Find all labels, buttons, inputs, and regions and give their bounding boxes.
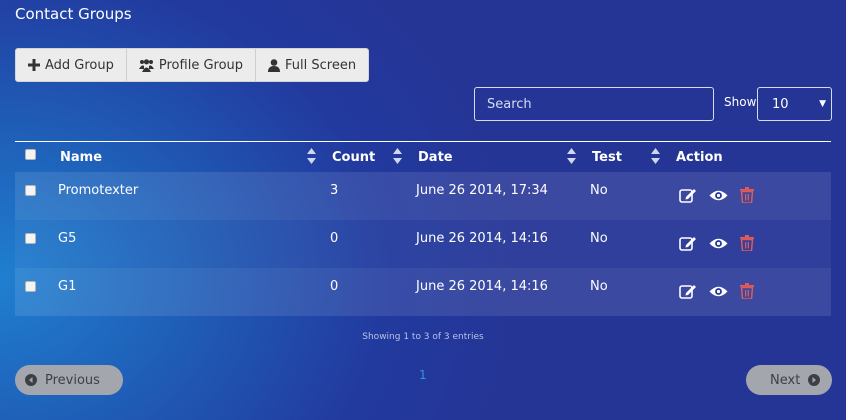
column-action: Action xyxy=(676,150,723,165)
full-screen-label: Full Screen xyxy=(285,57,357,73)
previous-label: Previous xyxy=(45,372,100,388)
trash-icon[interactable] xyxy=(740,235,754,251)
group-name: Promotexter xyxy=(58,183,139,198)
eye-icon[interactable] xyxy=(709,189,728,202)
next-label: Next xyxy=(770,372,801,388)
sort-icon[interactable] xyxy=(393,148,402,164)
group-test: No xyxy=(590,279,608,294)
arrow-left-icon xyxy=(25,374,37,386)
show-label: Show xyxy=(724,95,757,109)
previous-button[interactable]: Previous xyxy=(15,365,123,395)
group-count: 0 xyxy=(330,279,339,294)
group-date: June 26 2014, 14:16 xyxy=(416,231,548,246)
column-test[interactable]: Test xyxy=(592,150,622,165)
table-row: G5 0 June 26 2014, 14:16 No xyxy=(15,220,831,268)
column-date[interactable]: Date xyxy=(418,150,453,165)
next-button[interactable]: Next xyxy=(746,365,832,395)
contact-groups-table: Name Count Date Test Action Promotexter … xyxy=(15,141,831,316)
group-count: 3 xyxy=(330,183,339,198)
users-icon xyxy=(138,58,154,72)
sort-icon[interactable] xyxy=(651,148,660,164)
search-input[interactable] xyxy=(474,87,714,121)
group-test: No xyxy=(590,183,608,198)
user-icon xyxy=(268,58,281,72)
group-date: June 26 2014, 17:34 xyxy=(416,183,548,198)
table-row: G1 0 June 26 2014, 14:16 No xyxy=(15,268,831,316)
group-date: June 26 2014, 14:16 xyxy=(416,279,548,294)
full-screen-button[interactable]: Full Screen xyxy=(256,49,368,81)
page-link-1[interactable]: 1 xyxy=(419,368,427,382)
column-count[interactable]: Count xyxy=(332,150,375,165)
plus-icon xyxy=(28,59,40,71)
group-name: G1 xyxy=(58,279,77,294)
eye-icon[interactable] xyxy=(709,237,728,250)
row-checkbox[interactable] xyxy=(25,185,36,196)
sort-icon[interactable] xyxy=(307,148,316,164)
edit-icon[interactable] xyxy=(679,283,697,299)
show-entries-select[interactable]: 10 ▼ xyxy=(757,87,832,121)
column-name[interactable]: Name xyxy=(60,150,102,165)
row-checkbox[interactable] xyxy=(25,281,36,292)
sort-icon[interactable] xyxy=(567,148,576,164)
group-name: G5 xyxy=(58,231,77,246)
profile-group-label: Profile Group xyxy=(158,57,244,73)
profile-group-button[interactable]: Profile Group xyxy=(127,49,257,81)
edit-icon[interactable] xyxy=(679,187,697,203)
trash-icon[interactable] xyxy=(740,283,754,299)
page-title: Contact Groups xyxy=(15,5,132,23)
table-row: Promotexter 3 June 26 2014, 17:34 No xyxy=(15,172,831,220)
show-entries-value: 10 xyxy=(772,96,789,112)
row-checkbox[interactable] xyxy=(25,233,36,244)
add-group-button[interactable]: Add Group xyxy=(16,49,127,81)
group-test: No xyxy=(590,231,608,246)
caret-down-icon: ▼ xyxy=(819,99,826,109)
arrow-right-icon xyxy=(808,374,821,386)
table-header: Name Count Date Test Action xyxy=(15,141,831,172)
select-all-checkbox[interactable] xyxy=(25,149,36,160)
group-count: 0 xyxy=(330,231,339,246)
add-group-label: Add Group xyxy=(45,57,114,73)
eye-icon[interactable] xyxy=(709,285,728,298)
table-info: Showing 1 to 3 of 3 entries xyxy=(362,332,484,342)
toolbar: Add Group Profile Group Full Screen xyxy=(15,48,370,82)
trash-icon[interactable] xyxy=(740,187,754,203)
edit-icon[interactable] xyxy=(679,235,697,251)
